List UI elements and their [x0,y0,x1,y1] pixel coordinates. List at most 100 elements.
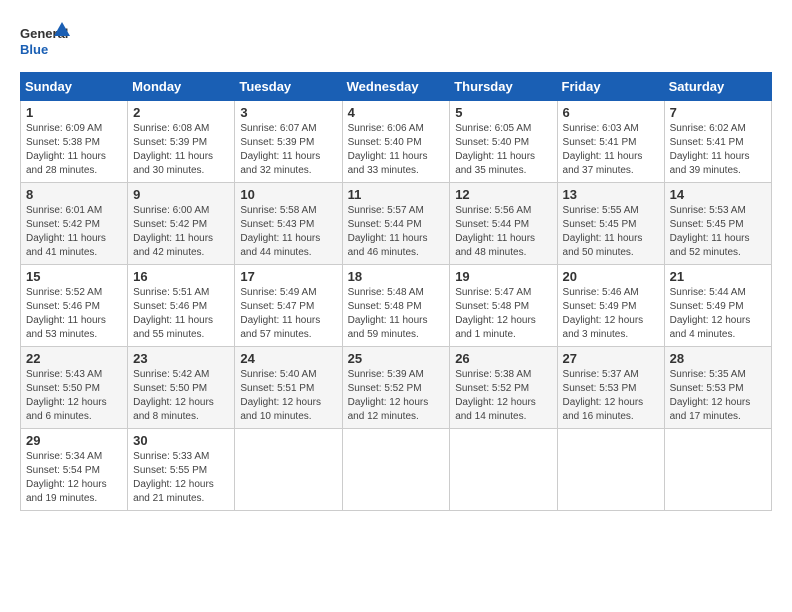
header-cell-thursday: Thursday [450,73,557,101]
day-number: 1 [26,105,122,120]
day-cell: 12 Sunrise: 5:56 AM Sunset: 5:44 PM Dayl… [450,183,557,265]
day-cell: 16 Sunrise: 5:51 AM Sunset: 5:46 PM Dayl… [128,265,235,347]
day-info: Sunrise: 6:08 AM Sunset: 5:39 PM Dayligh… [133,122,229,178]
day-cell: 6 Sunrise: 6:03 AM Sunset: 5:41 PM Dayli… [557,101,664,183]
day-info: Sunrise: 6:02 AM Sunset: 5:41 PM Dayligh… [670,122,766,178]
day-cell: 29 Sunrise: 5:34 AM Sunset: 5:54 PM Dayl… [21,429,128,511]
day-cell [664,429,771,511]
header-cell-wednesday: Wednesday [342,73,450,101]
day-info: Sunrise: 5:38 AM Sunset: 5:52 PM Dayligh… [455,368,551,424]
day-cell: 13 Sunrise: 5:55 AM Sunset: 5:45 PM Dayl… [557,183,664,265]
day-number: 13 [563,187,659,202]
day-cell: 27 Sunrise: 5:37 AM Sunset: 5:53 PM Dayl… [557,347,664,429]
week-row-2: 8 Sunrise: 6:01 AM Sunset: 5:42 PM Dayli… [21,183,772,265]
logo-svg: General Blue [20,20,70,62]
day-number: 6 [563,105,659,120]
day-cell: 25 Sunrise: 5:39 AM Sunset: 5:52 PM Dayl… [342,347,450,429]
day-info: Sunrise: 6:03 AM Sunset: 5:41 PM Dayligh… [563,122,659,178]
week-row-5: 29 Sunrise: 5:34 AM Sunset: 5:54 PM Dayl… [21,429,772,511]
day-info: Sunrise: 6:00 AM Sunset: 5:42 PM Dayligh… [133,204,229,260]
day-info: Sunrise: 6:07 AM Sunset: 5:39 PM Dayligh… [240,122,336,178]
day-cell [450,429,557,511]
day-number: 9 [133,187,229,202]
day-info: Sunrise: 5:33 AM Sunset: 5:55 PM Dayligh… [133,450,229,506]
day-info: Sunrise: 5:48 AM Sunset: 5:48 PM Dayligh… [348,286,445,342]
day-cell: 1 Sunrise: 6:09 AM Sunset: 5:38 PM Dayli… [21,101,128,183]
day-number: 26 [455,351,551,366]
day-number: 21 [670,269,766,284]
day-number: 12 [455,187,551,202]
day-number: 25 [348,351,445,366]
day-cell [342,429,450,511]
day-cell: 24 Sunrise: 5:40 AM Sunset: 5:51 PM Dayl… [235,347,342,429]
day-info: Sunrise: 5:49 AM Sunset: 5:47 PM Dayligh… [240,286,336,342]
day-cell: 14 Sunrise: 5:53 AM Sunset: 5:45 PM Dayl… [664,183,771,265]
day-number: 20 [563,269,659,284]
day-number: 18 [348,269,445,284]
day-info: Sunrise: 5:53 AM Sunset: 5:45 PM Dayligh… [670,204,766,260]
day-cell: 10 Sunrise: 5:58 AM Sunset: 5:43 PM Dayl… [235,183,342,265]
day-number: 11 [348,187,445,202]
day-number: 5 [455,105,551,120]
day-info: Sunrise: 5:57 AM Sunset: 5:44 PM Dayligh… [348,204,445,260]
day-info: Sunrise: 6:09 AM Sunset: 5:38 PM Dayligh… [26,122,122,178]
svg-text:Blue: Blue [20,42,48,57]
day-cell: 4 Sunrise: 6:06 AM Sunset: 5:40 PM Dayli… [342,101,450,183]
day-cell: 18 Sunrise: 5:48 AM Sunset: 5:48 PM Dayl… [342,265,450,347]
day-number: 16 [133,269,229,284]
header-cell-sunday: Sunday [21,73,128,101]
day-cell: 23 Sunrise: 5:42 AM Sunset: 5:50 PM Dayl… [128,347,235,429]
day-info: Sunrise: 5:47 AM Sunset: 5:48 PM Dayligh… [455,286,551,342]
week-row-3: 15 Sunrise: 5:52 AM Sunset: 5:46 PM Dayl… [21,265,772,347]
day-number: 4 [348,105,445,120]
logo: General Blue [20,20,70,62]
day-cell: 26 Sunrise: 5:38 AM Sunset: 5:52 PM Dayl… [450,347,557,429]
day-cell: 30 Sunrise: 5:33 AM Sunset: 5:55 PM Dayl… [128,429,235,511]
day-info: Sunrise: 5:58 AM Sunset: 5:43 PM Dayligh… [240,204,336,260]
day-number: 7 [670,105,766,120]
day-info: Sunrise: 5:44 AM Sunset: 5:49 PM Dayligh… [670,286,766,342]
day-cell: 3 Sunrise: 6:07 AM Sunset: 5:39 PM Dayli… [235,101,342,183]
day-info: Sunrise: 6:01 AM Sunset: 5:42 PM Dayligh… [26,204,122,260]
week-row-4: 22 Sunrise: 5:43 AM Sunset: 5:50 PM Dayl… [21,347,772,429]
day-number: 2 [133,105,229,120]
page-container: General Blue SundayMondayTuesdayWednesda… [20,20,772,511]
day-info: Sunrise: 5:40 AM Sunset: 5:51 PM Dayligh… [240,368,336,424]
day-cell: 2 Sunrise: 6:08 AM Sunset: 5:39 PM Dayli… [128,101,235,183]
day-cell: 8 Sunrise: 6:01 AM Sunset: 5:42 PM Dayli… [21,183,128,265]
day-number: 24 [240,351,336,366]
day-cell: 9 Sunrise: 6:00 AM Sunset: 5:42 PM Dayli… [128,183,235,265]
day-number: 15 [26,269,122,284]
day-info: Sunrise: 5:51 AM Sunset: 5:46 PM Dayligh… [133,286,229,342]
day-cell [235,429,342,511]
day-number: 3 [240,105,336,120]
header-cell-friday: Friday [557,73,664,101]
day-info: Sunrise: 5:34 AM Sunset: 5:54 PM Dayligh… [26,450,122,506]
day-info: Sunrise: 5:42 AM Sunset: 5:50 PM Dayligh… [133,368,229,424]
header: General Blue [20,20,772,62]
day-cell: 20 Sunrise: 5:46 AM Sunset: 5:49 PM Dayl… [557,265,664,347]
day-number: 17 [240,269,336,284]
day-info: Sunrise: 5:56 AM Sunset: 5:44 PM Dayligh… [455,204,551,260]
week-row-1: 1 Sunrise: 6:09 AM Sunset: 5:38 PM Dayli… [21,101,772,183]
day-cell [557,429,664,511]
day-cell: 17 Sunrise: 5:49 AM Sunset: 5:47 PM Dayl… [235,265,342,347]
header-cell-monday: Monday [128,73,235,101]
day-number: 23 [133,351,229,366]
day-cell: 5 Sunrise: 6:05 AM Sunset: 5:40 PM Dayli… [450,101,557,183]
day-info: Sunrise: 5:43 AM Sunset: 5:50 PM Dayligh… [26,368,122,424]
day-info: Sunrise: 5:46 AM Sunset: 5:49 PM Dayligh… [563,286,659,342]
day-number: 10 [240,187,336,202]
day-number: 30 [133,433,229,448]
day-info: Sunrise: 5:35 AM Sunset: 5:53 PM Dayligh… [670,368,766,424]
day-cell: 11 Sunrise: 5:57 AM Sunset: 5:44 PM Dayl… [342,183,450,265]
header-row: SundayMondayTuesdayWednesdayThursdayFrid… [21,73,772,101]
header-cell-tuesday: Tuesday [235,73,342,101]
day-cell: 21 Sunrise: 5:44 AM Sunset: 5:49 PM Dayl… [664,265,771,347]
day-info: Sunrise: 6:05 AM Sunset: 5:40 PM Dayligh… [455,122,551,178]
day-cell: 22 Sunrise: 5:43 AM Sunset: 5:50 PM Dayl… [21,347,128,429]
day-info: Sunrise: 5:55 AM Sunset: 5:45 PM Dayligh… [563,204,659,260]
day-number: 27 [563,351,659,366]
day-info: Sunrise: 6:06 AM Sunset: 5:40 PM Dayligh… [348,122,445,178]
day-number: 14 [670,187,766,202]
